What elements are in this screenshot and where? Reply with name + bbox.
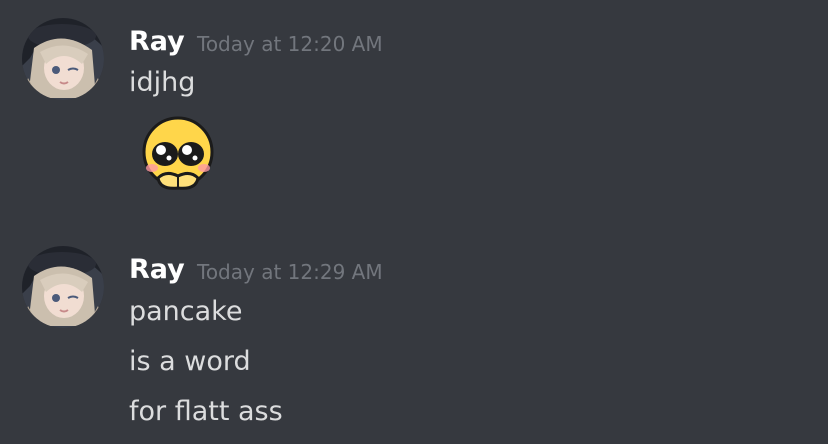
message-text: pancake: [129, 296, 243, 327]
message-timestamp[interactable]: Today at 12:20 AM: [197, 34, 383, 54]
user-avatar[interactable]: [22, 18, 104, 100]
emoji-attachment[interactable]: [138, 116, 218, 196]
user-avatar[interactable]: [22, 246, 104, 328]
chat-messages: Ray Today at 12:20 AM idjhg Ray Today at…: [0, 0, 828, 444]
message-group: Ray Today at 12:29 AM pancake is a word …: [0, 230, 828, 444]
author-name[interactable]: Ray: [129, 28, 185, 55]
message-text: is a word: [129, 346, 251, 377]
message-text: for flatt ass: [129, 396, 283, 427]
anime-girl-avatar-icon: [22, 18, 104, 100]
anime-girl-avatar-icon: [22, 246, 104, 328]
message-text: idjhg: [129, 67, 196, 98]
author-name[interactable]: Ray: [129, 256, 185, 283]
message-group: Ray Today at 12:20 AM idjhg: [0, 0, 828, 220]
message-timestamp[interactable]: Today at 12:29 AM: [197, 262, 383, 282]
pleading-emoji-icon: [142, 116, 214, 190]
